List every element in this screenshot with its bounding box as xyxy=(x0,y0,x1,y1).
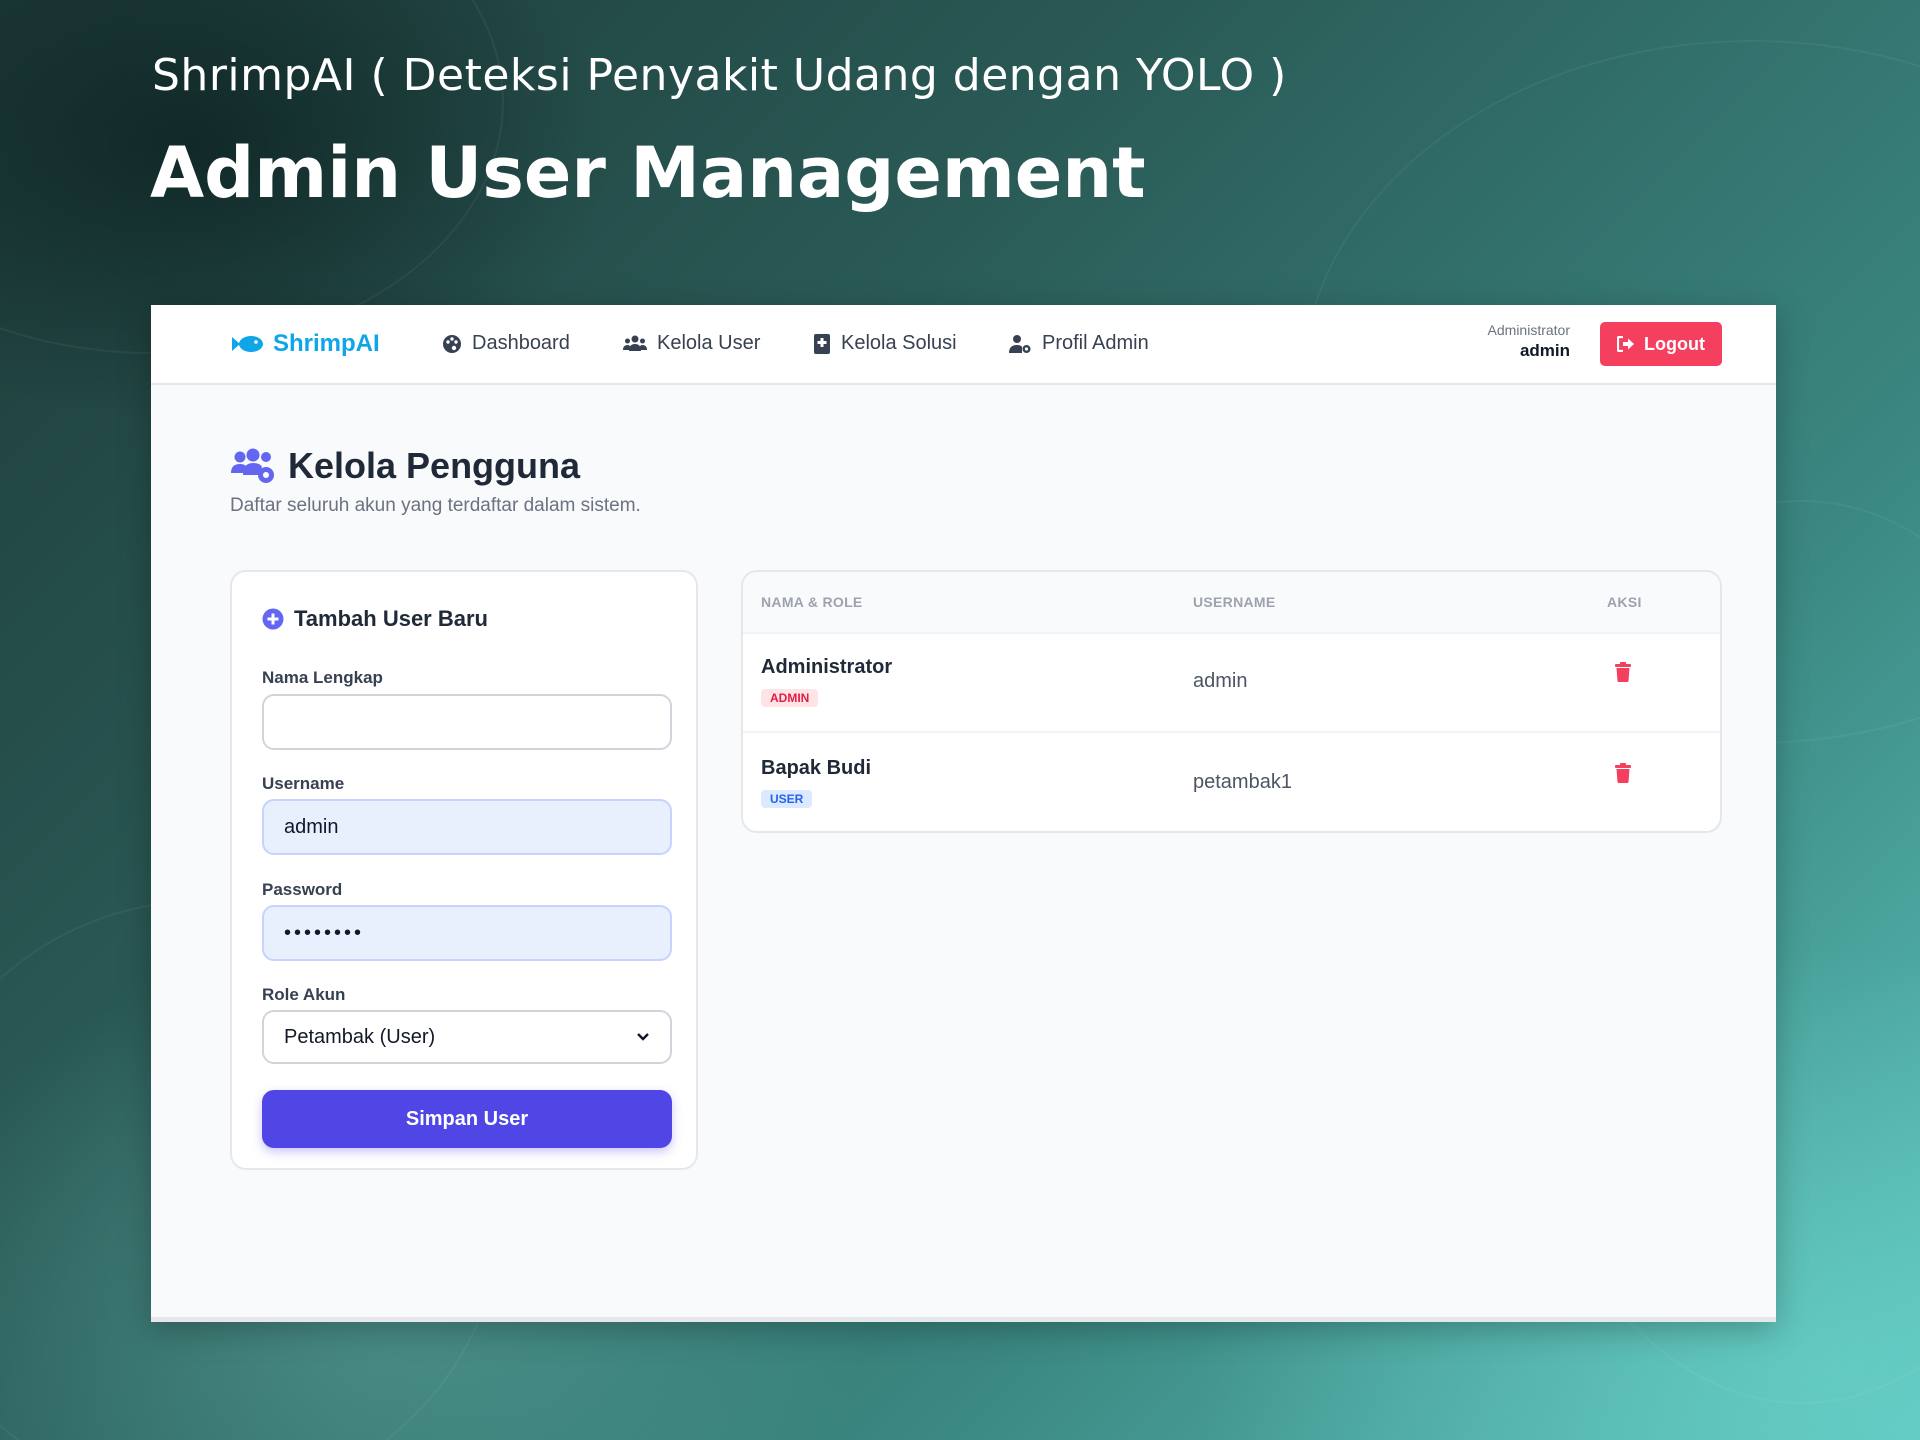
fish-icon xyxy=(232,336,263,352)
users-cog-icon xyxy=(231,448,274,483)
slide-title: Admin User Management xyxy=(150,132,1146,214)
role-badge-admin: ADMIN xyxy=(761,689,819,707)
slide-background: ShrimpAI ( Deteksi Penyakit Udang dengan… xyxy=(0,0,1920,1440)
current-user-name: admin xyxy=(1519,341,1570,360)
password-label: Password xyxy=(262,880,343,899)
logout-icon xyxy=(1617,336,1634,352)
username-input[interactable]: admin xyxy=(262,799,672,855)
nav-kelola-solusi-label: Kelola Solusi xyxy=(841,332,957,354)
page-title: Kelola Pengguna xyxy=(288,445,581,486)
add-user-card-title: Tambah User Baru xyxy=(294,606,488,631)
chevron-down-icon xyxy=(637,1033,649,1041)
logout-label: Logout xyxy=(1644,333,1705,354)
palette-icon xyxy=(443,334,461,353)
role-badge-user: USER xyxy=(761,790,813,808)
delete-icon[interactable] xyxy=(1615,662,1631,682)
table-row: Administrator ADMIN admin xyxy=(743,632,1720,731)
user-cog-icon xyxy=(1009,334,1031,353)
full-name-input[interactable] xyxy=(262,694,672,750)
current-user-info: Administrator admin xyxy=(1488,322,1570,361)
plus-circle-icon xyxy=(262,608,284,630)
app-window: ShrimpAI Dashboard Kelola User Kelola So… xyxy=(151,305,1776,1322)
user-username: petambak1 xyxy=(1193,771,1292,793)
book-medical-icon xyxy=(814,333,830,354)
role-select[interactable]: Petambak (User) xyxy=(262,1010,672,1064)
password-input[interactable]: •••••••• xyxy=(262,905,672,961)
column-header-username: USERNAME xyxy=(1193,594,1276,610)
save-user-button[interactable]: Simpan User xyxy=(262,1090,672,1148)
nav-profil-admin-label: Profil Admin xyxy=(1042,332,1149,354)
delete-icon[interactable] xyxy=(1615,763,1631,783)
brand-label: ShrimpAI xyxy=(273,330,380,357)
user-full-name: Bapak Budi xyxy=(761,757,872,779)
app-footer-divider xyxy=(151,1317,1776,1322)
nav-dashboard-label: Dashboard xyxy=(472,332,570,354)
page-description: Daftar seluruh akun yang terdaftar dalam… xyxy=(230,495,641,516)
column-header-name-role: NAMA & ROLE xyxy=(761,594,863,610)
user-full-name: Administrator xyxy=(761,656,893,678)
role-label: Role Akun xyxy=(262,985,346,1004)
add-user-card: Tambah User Baru Nama Lengkap Username a… xyxy=(230,570,698,1170)
nav-kelola-solusi[interactable]: Kelola Solusi xyxy=(813,332,957,355)
add-user-card-header: Tambah User Baru xyxy=(262,606,488,632)
users-icon xyxy=(623,335,647,351)
nav-profil-admin[interactable]: Profil Admin xyxy=(1008,332,1149,355)
table-row: Bapak Budi USER petambak1 xyxy=(743,731,1720,831)
brand-logo[interactable]: ShrimpAI xyxy=(230,330,380,358)
logout-button[interactable]: Logout xyxy=(1600,322,1722,366)
nav-kelola-user[interactable]: Kelola User xyxy=(623,332,760,355)
username-label: Username xyxy=(262,774,345,793)
slide-subtitle: ShrimpAI ( Deteksi Penyakit Udang dengan… xyxy=(152,50,1287,101)
role-select-value: Petambak (User) xyxy=(284,1025,436,1048)
current-user-role: Administrator xyxy=(1487,322,1570,338)
users-table: NAMA & ROLE USERNAME AKSI Administrator … xyxy=(741,570,1722,833)
nav-kelola-user-label: Kelola User xyxy=(657,332,761,354)
nav-dashboard[interactable]: Dashboard xyxy=(442,332,570,355)
navbar: ShrimpAI Dashboard Kelola User Kelola So… xyxy=(151,305,1776,385)
table-header: NAMA & ROLE USERNAME AKSI xyxy=(743,572,1720,634)
user-username: admin xyxy=(1193,670,1248,692)
column-header-actions: AKSI xyxy=(1607,594,1642,610)
full-name-label: Nama Lengkap xyxy=(262,668,383,687)
page-header: Kelola Pengguna xyxy=(230,445,580,487)
